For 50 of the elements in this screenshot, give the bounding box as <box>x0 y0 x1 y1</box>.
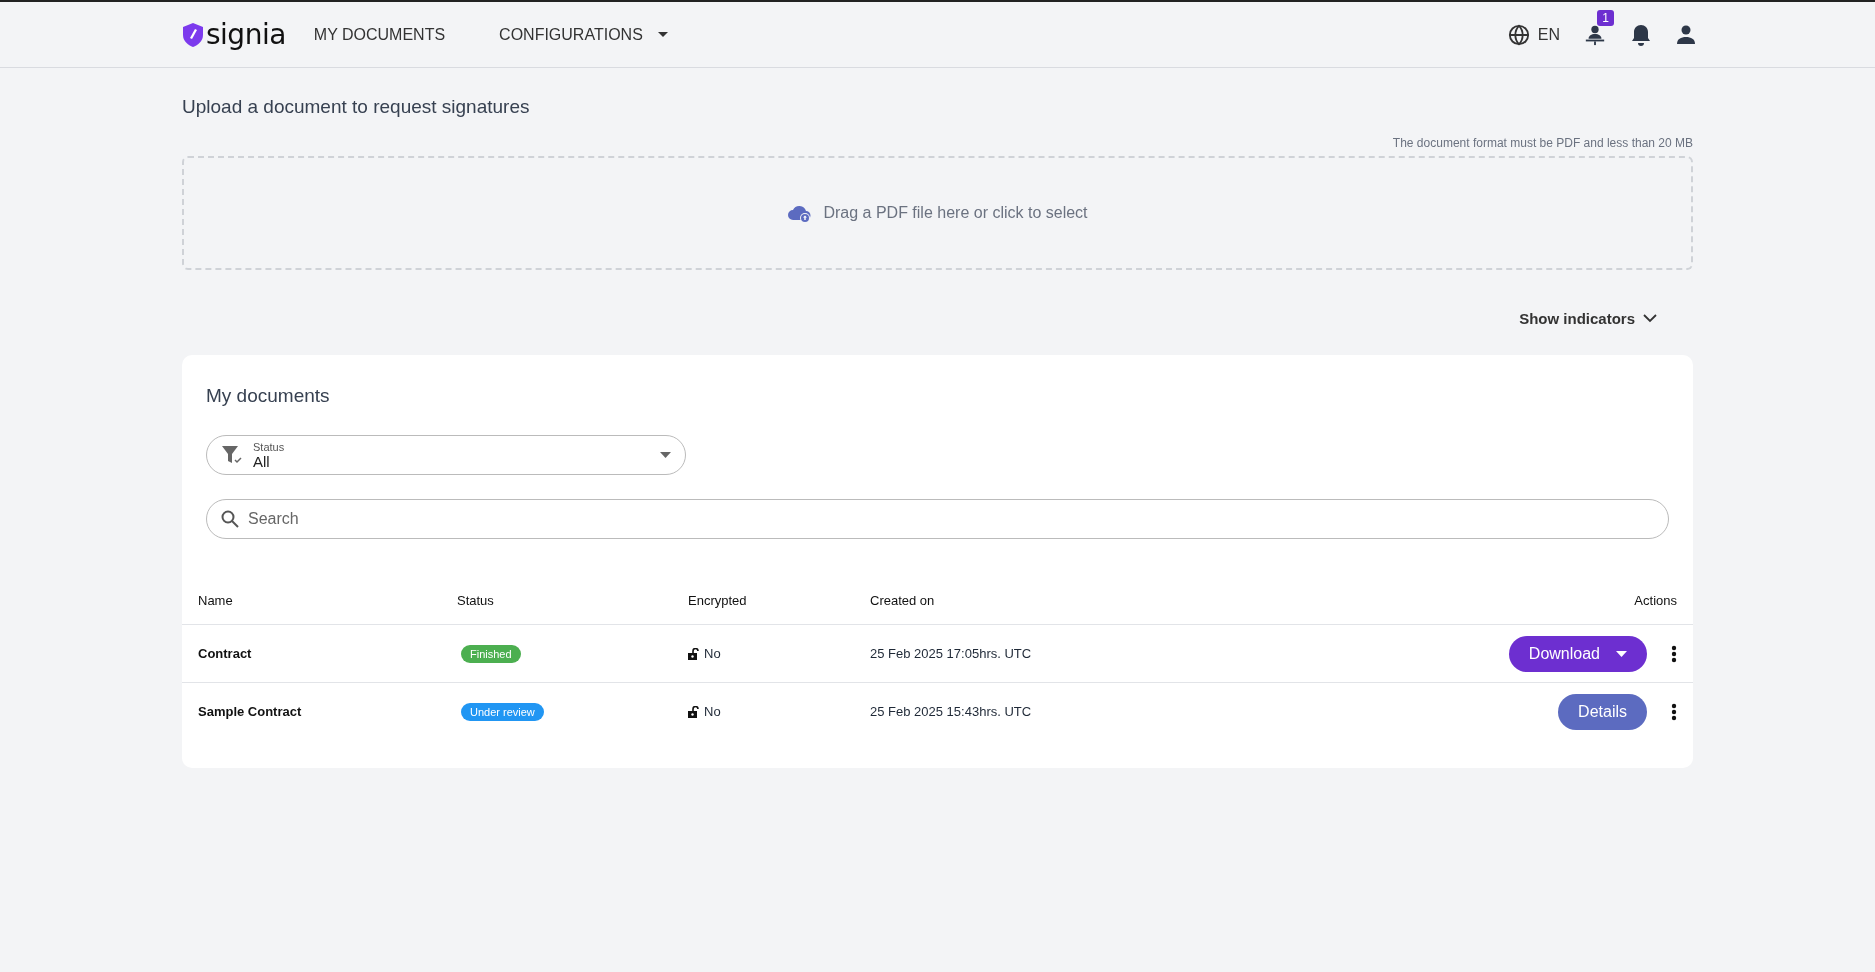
notifications-button[interactable] <box>1630 22 1652 47</box>
more-options-button[interactable] <box>1671 644 1677 663</box>
drop-zone[interactable]: Drag a PDF file here or click to select <box>182 156 1693 270</box>
search-icon <box>221 510 239 528</box>
person-desk-icon <box>1584 23 1606 46</box>
brand-name: signia <box>206 18 286 51</box>
card-title: My documents <box>206 385 331 407</box>
format-note: The document format must be PDF and less than 20 MB <box>1391 136 1693 150</box>
download-button[interactable]: Download <box>1508 635 1647 672</box>
filter-value: All <box>253 452 271 470</box>
encrypted-value: No <box>704 704 721 719</box>
unlocked-padlock-icon <box>688 647 699 660</box>
column-header: Encrypted <box>672 593 854 625</box>
column-header: Name <box>182 593 441 625</box>
encrypted-value: No <box>704 646 721 661</box>
document-name: Sample Contract <box>182 682 441 740</box>
person-icon <box>1676 24 1696 45</box>
details-button[interactable]: Details <box>1558 693 1647 730</box>
caret-icon <box>1616 650 1627 657</box>
status-badge: Finished <box>461 644 521 663</box>
filter-label: Status <box>253 440 286 453</box>
cloud-upload-icon <box>787 203 812 223</box>
more-options-button[interactable] <box>1671 702 1677 721</box>
language-selector[interactable]: EN <box>1507 23 1560 46</box>
drop-zone-text: Drag a PDF file here or click to select <box>823 204 1088 222</box>
more-vertical-icon <box>1671 702 1677 721</box>
created-date: 25 Feb 2025 15:43hrs. UTC <box>854 682 1267 740</box>
filter-check-icon <box>221 445 243 465</box>
caret-icon <box>656 31 669 38</box>
status-badge: Under review <box>461 702 544 721</box>
search-field[interactable]: Search <box>206 499 1669 539</box>
column-header: Created on <box>854 593 1267 625</box>
document-name: Contract <box>182 624 441 683</box>
upload-title: Upload a document to request signatures <box>182 96 531 118</box>
nav-link[interactable]: MY DOCUMENTS <box>313 25 446 44</box>
bell-icon <box>1630 22 1652 47</box>
dropdown-caret-icon <box>660 452 671 458</box>
show-indicators-toggle[interactable]: Show indicators <box>1519 310 1657 327</box>
notification-badge: 1 <box>1597 9 1614 26</box>
account-button[interactable] <box>1676 24 1696 45</box>
unlocked-padlock-icon <box>688 705 699 718</box>
nav-link[interactable]: CONFIGURATIONS <box>499 25 669 44</box>
signer-button[interactable] <box>1584 23 1606 46</box>
chevron-icon <box>1643 314 1657 323</box>
column-header: Actions <box>1266 593 1693 625</box>
shield-logo-icon <box>182 21 204 48</box>
column-header: Status <box>441 593 672 625</box>
globe-icon <box>1507 23 1530 46</box>
created-date: 25 Feb 2025 17:05hrs. UTC <box>854 624 1267 683</box>
more-vertical-icon <box>1671 644 1677 663</box>
